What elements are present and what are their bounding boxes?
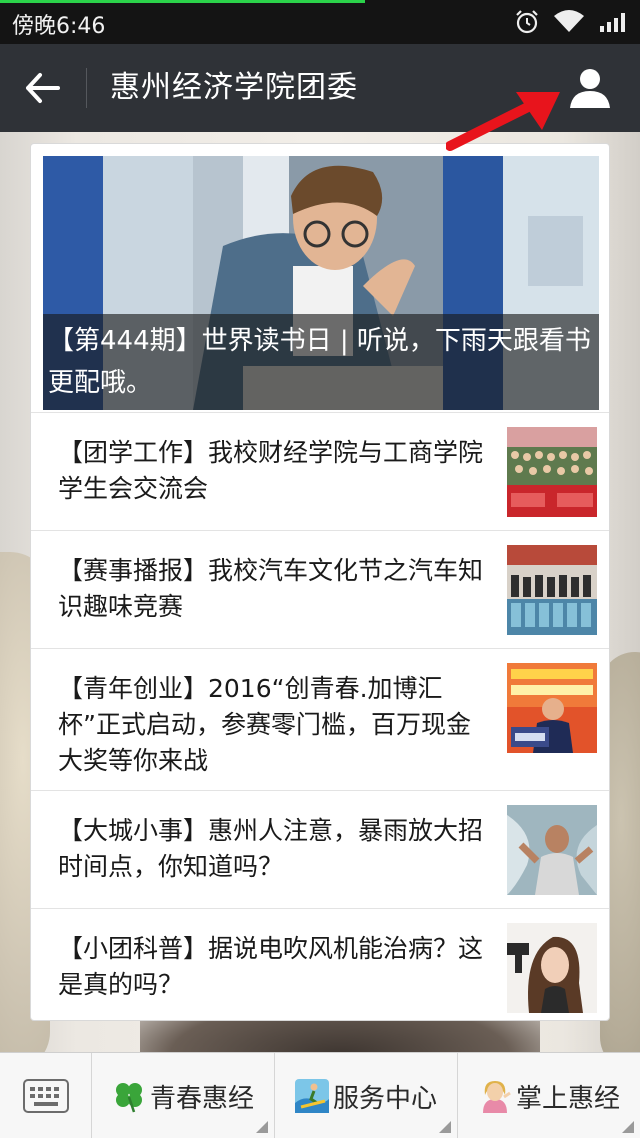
- article-thumbnail: [507, 805, 597, 895]
- article-card: 【第444期】世界读书日 | 听说，下雨天跟看书更配哦。 【团学工作】我校财经学…: [30, 143, 610, 1021]
- article-thumbnail: [507, 545, 597, 635]
- menu-label: 服务中心: [332, 1083, 437, 1114]
- four-leaf-clover-icon: [115, 1083, 142, 1113]
- article-thumbnail: [507, 427, 597, 517]
- article-title: 【大城小事】惠州人注意，暴雨放大招时间点，你知道吗？: [58, 816, 484, 881]
- nav-divider: [86, 68, 87, 108]
- article-item[interactable]: 【团学工作】我校财经学院与工商学院学生会交流会: [31, 412, 609, 530]
- surfer-icon: [294, 1079, 329, 1113]
- page-load-progress: [0, 0, 365, 3]
- article-item[interactable]: 【小团科普】据说电吹风机能治病？这是真的吗？: [31, 908, 609, 1020]
- article-thumbnail: [507, 923, 597, 1013]
- bottom-menu: 青春惠经 服务中心 掌上惠经: [0, 1052, 640, 1138]
- article-title: 【青年创业】2016“创青春.加博汇杯”正式启动，参赛零门槛，百万现金大奖等你来…: [58, 674, 471, 775]
- article-title: 【小团科普】据说电吹风机能治病？这是真的吗？: [58, 934, 484, 999]
- profile-icon[interactable]: [568, 66, 612, 110]
- keyboard-toggle-button[interactable]: [0, 1053, 92, 1138]
- article-thumbnail: [507, 663, 597, 753]
- account-title: 惠州经济学院团委: [110, 70, 358, 105]
- status-time: 傍晚6:46: [12, 14, 106, 39]
- wifi-icon: [554, 10, 584, 32]
- article-title: 【赛事播报】我校汽车文化节之汽车知识趣味竞赛: [58, 556, 484, 621]
- menu-zhangshang-huijing[interactable]: 掌上惠经: [458, 1053, 640, 1138]
- menu-service-center[interactable]: 服务中心: [275, 1053, 458, 1138]
- submenu-indicator: [256, 1121, 268, 1133]
- submenu-indicator: [622, 1121, 634, 1133]
- back-arrow-icon[interactable]: [22, 68, 62, 108]
- signal-icon: [600, 13, 625, 32]
- article-item[interactable]: 【赛事播报】我校汽车文化节之汽车知识趣味竞赛: [31, 530, 609, 648]
- alarm-icon: [516, 10, 538, 34]
- status-icons: [514, 8, 628, 36]
- article-item[interactable]: 【大城小事】惠州人注意，暴雨放大招时间点，你知道吗？: [31, 790, 609, 908]
- keyboard-icon: [22, 1079, 69, 1113]
- annotation-arrow: [446, 92, 560, 151]
- submenu-indicator: [439, 1121, 451, 1133]
- status-bar: 傍晚6:46: [0, 0, 640, 44]
- menu-label: 掌上惠经: [515, 1083, 620, 1114]
- featured-article[interactable]: 【第444期】世界读书日 | 听说，下雨天跟看书更配哦。: [43, 156, 599, 410]
- menu-label: 青春惠经: [149, 1083, 254, 1114]
- featured-title: 【第444期】世界读书日 | 听说，下雨天跟看书更配哦。: [43, 314, 599, 410]
- menu-qingchun-huijing[interactable]: 青春惠经: [92, 1053, 275, 1138]
- article-title: 【团学工作】我校财经学院与工商学院学生会交流会: [58, 438, 484, 503]
- person-icon: [482, 1081, 511, 1113]
- article-item[interactable]: 【青年创业】2016“创青春.加博汇杯”正式启动，参赛零门槛，百万现金大奖等你来…: [31, 648, 609, 790]
